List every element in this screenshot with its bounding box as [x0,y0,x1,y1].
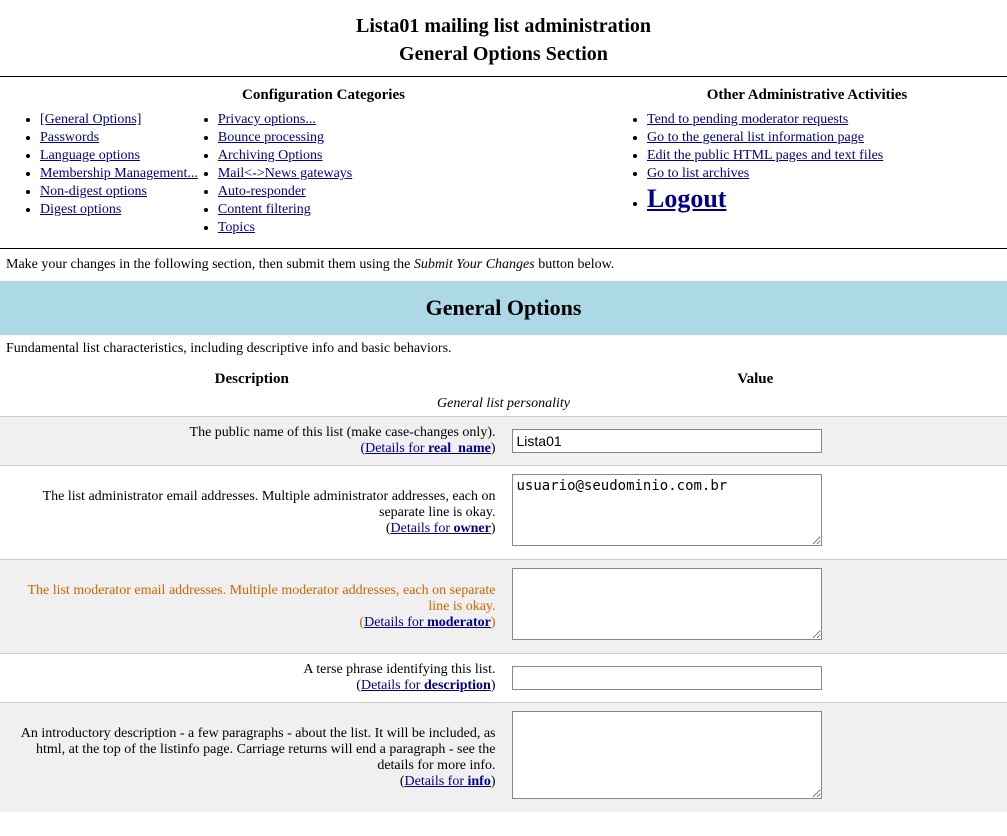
pending-link[interactable]: Tend to pending moderator requests [647,112,848,127]
list-item: Topics [218,220,352,236]
list-item: Auto-responder [218,184,352,200]
language-link[interactable]: Language options [40,148,140,163]
desc-cell: The public name of this list (make case-… [0,417,504,466]
other-admin-heading: Other Administrative Activities [627,87,987,104]
list-item: Membership Management... [40,166,198,182]
digest-link[interactable]: Digest options [40,202,121,217]
config-col2: Privacy options... Bounce processing Arc… [198,112,352,238]
val-column-header: Value [504,367,1007,392]
autoresponder-link[interactable]: Auto-responder [218,184,306,199]
val-cell [504,560,1007,654]
table-row: The list moderator email addresses. Mult… [0,560,1007,654]
list-item: Bounce processing [218,130,352,146]
desc-cell: The list moderator email addresses. Mult… [0,560,504,654]
list-item: Tend to pending moderator requests [647,112,987,128]
nondigest-link[interactable]: Non-digest options [40,184,147,199]
desc-cell: A terse phrase identifying this list. (D… [0,654,504,703]
list-item: [General Options] [40,112,198,128]
options-table: Description Value General list personali… [0,367,1007,812]
list-item: Non-digest options [40,184,198,200]
page-title: Lista01 mailing list administration Gene… [0,0,1007,76]
list-item: Privacy options... [218,112,352,128]
list-item: Archiving Options [218,148,352,164]
column-header-row: Description Value [0,367,1007,392]
table-row: The public name of this list (make case-… [0,417,1007,466]
html-pages-link[interactable]: Edit the public HTML pages and text file… [647,148,883,163]
val-cell [504,703,1007,813]
val-cell: usuario@seudominio.com.br [504,466,1007,560]
table-row: A terse phrase identifying this list. (D… [0,654,1007,703]
archives-link[interactable]: Go to list archives [647,166,749,181]
description-input[interactable] [512,666,822,690]
logout-item: Logout [647,184,987,214]
moderator-details-link[interactable]: Details for moderator [364,615,491,630]
moderator-textarea[interactable] [512,568,822,640]
section-header: General Options [0,281,1007,335]
val-cell [504,417,1007,466]
other-admin: Other Administrative Activities Tend to … [627,87,987,238]
section-desc: Fundamental list characteristics, includ… [0,335,1007,367]
description-details-link[interactable]: Details for description [361,678,491,693]
real-name-details-link[interactable]: Details for real_name [365,441,491,456]
owner-textarea[interactable]: usuario@seudominio.com.br [512,474,822,546]
list-item: Go to list archives [647,166,987,182]
list-info-link[interactable]: Go to the general list information page [647,130,864,145]
logout-list: Logout [627,184,987,214]
config-heading: Configuration Categories [20,87,627,104]
passwords-link[interactable]: Passwords [40,130,99,145]
privacy-link[interactable]: Privacy options... [218,112,316,127]
general-options-link[interactable]: [General Options] [40,112,141,127]
table-row: An introductory description - a few para… [0,703,1007,813]
intro-text: Make your changes in the following secti… [0,249,1007,281]
info-details-link[interactable]: Details for info [405,774,491,789]
content-link[interactable]: Content filtering [218,202,311,217]
val-cell [504,654,1007,703]
list-item: Digest options [40,202,198,218]
topics-link[interactable]: Topics [218,220,255,235]
membership-link[interactable]: Membership Management... [40,166,198,181]
config-categories: Configuration Categories [General Option… [20,87,627,238]
bounce-link[interactable]: Bounce processing [218,130,324,145]
list-item: Passwords [40,130,198,146]
real-name-input[interactable] [512,429,822,453]
config-col1: [General Options] Passwords Language opt… [20,112,198,238]
list-item: Language options [40,148,198,164]
personality-label: General list personality [0,392,1007,417]
list-item: Edit the public HTML pages and text file… [647,148,987,164]
logout-link[interactable]: Logout [647,184,726,213]
info-textarea[interactable] [512,711,822,799]
personality-row: General list personality [0,392,1007,417]
top-section: Configuration Categories [General Option… [0,77,1007,248]
list-item: Content filtering [218,202,352,218]
table-row: The list administrator email addresses. … [0,466,1007,560]
archiving-link[interactable]: Archiving Options [218,148,323,163]
desc-cell: An introductory description - a few para… [0,703,504,813]
list-item: Go to the general list information page [647,130,987,146]
owner-details-link[interactable]: Details for owner [391,521,491,536]
list-item: Mail<->News gateways [218,166,352,182]
desc-column-header: Description [0,367,504,392]
other-admin-list: Tend to pending moderator requests Go to… [627,112,987,182]
desc-cell: The list administrator email addresses. … [0,466,504,560]
news-link[interactable]: Mail<->News gateways [218,166,352,181]
